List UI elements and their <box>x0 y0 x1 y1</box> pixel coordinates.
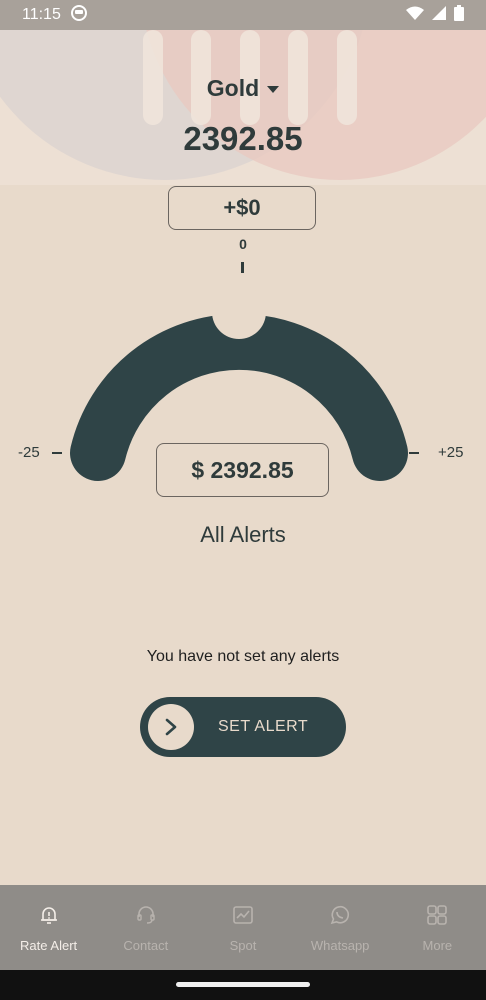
chevron-right-icon <box>148 704 194 750</box>
gauge-zero-label: 0 <box>239 236 247 252</box>
nav-label: Whatsapp <box>310 938 370 953</box>
signal-icon <box>432 5 446 25</box>
nav-label: Spot <box>229 938 257 953</box>
wifi-icon <box>406 6 424 25</box>
alert-price-display: $ 2392.85 <box>156 443 329 497</box>
gauge-min-tick <box>52 452 62 454</box>
status-time: 11:15 <box>22 6 61 23</box>
home-indicator[interactable] <box>176 982 310 987</box>
whatsapp-icon <box>328 903 352 932</box>
grid-icon <box>425 903 449 932</box>
nav-label: More <box>422 938 453 953</box>
battery-icon <box>454 4 464 26</box>
all-alerts-title: All Alerts <box>200 522 286 547</box>
gauge-max-label: +25 <box>438 444 464 461</box>
offset-display: +$0 <box>168 186 316 230</box>
nav-more[interactable]: More <box>389 903 486 953</box>
empty-alerts-message: You have not set any alerts <box>146 648 340 665</box>
nav-label: Contact <box>123 938 169 953</box>
notification-icon <box>70 4 87 26</box>
bell-alert-icon <box>37 903 61 932</box>
gauge-min-label: -25 <box>18 444 40 461</box>
caret-down-icon <box>267 86 280 94</box>
gauge-knob[interactable] <box>212 285 266 339</box>
set-alert-button[interactable]: SET ALERT <box>140 697 346 757</box>
status-right <box>406 4 464 26</box>
metal-dropdown-label: Gold <box>206 75 260 101</box>
nav-contact[interactable]: Contact <box>97 903 194 953</box>
header-band <box>0 30 486 185</box>
metal-dropdown[interactable]: Gold <box>0 75 486 102</box>
gauge-max-tick <box>409 452 419 454</box>
set-alert-label: SET ALERT <box>218 718 309 735</box>
nav-label: Rate Alert <box>20 938 78 953</box>
gauge-arc <box>70 313 408 481</box>
current-price: 2392.85 <box>183 120 303 157</box>
chart-icon <box>231 903 255 932</box>
headset-icon <box>134 903 158 932</box>
nav-rate-alert[interactable]: Rate Alert <box>0 903 97 953</box>
nav-spot[interactable]: Spot <box>194 903 291 953</box>
nav-whatsapp[interactable]: Whatsapp <box>292 903 389 953</box>
bottom-navigation: Rate Alert Contact Spot Whatsapp More <box>0 885 486 970</box>
status-left: 11:15 <box>22 4 87 26</box>
gesture-bar <box>0 970 486 1000</box>
status-bar: 11:15 <box>0 0 486 30</box>
